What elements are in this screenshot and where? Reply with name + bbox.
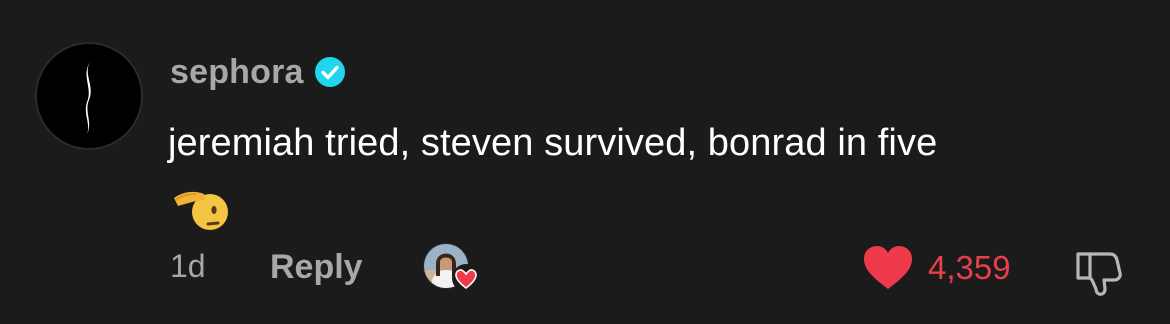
creator-liked-badge bbox=[422, 242, 484, 294]
heart-icon[interactable] bbox=[862, 245, 914, 291]
creator-avatar-icon bbox=[423, 243, 480, 292]
like-count: 4,359 bbox=[928, 249, 1011, 286]
avatar[interactable] bbox=[37, 44, 141, 148]
comment-text: jeremiah tried, steven survived, bonrad … bbox=[168, 122, 938, 164]
thumbs-down-icon[interactable] bbox=[1070, 244, 1126, 300]
verified-check-icon bbox=[314, 57, 345, 87]
comment-timestamp: 1d bbox=[170, 248, 206, 284]
like-group: 4,359 bbox=[862, 244, 1011, 292]
sephora-logo-icon bbox=[85, 62, 91, 134]
comment-header: sephora bbox=[170, 52, 346, 92]
salute-emoji bbox=[174, 191, 228, 230]
comment-text-block: jeremiah tried, steven survived, bonrad … bbox=[168, 112, 1148, 238]
username[interactable]: sephora bbox=[170, 53, 304, 92]
reply-button[interactable]: Reply bbox=[270, 248, 363, 287]
